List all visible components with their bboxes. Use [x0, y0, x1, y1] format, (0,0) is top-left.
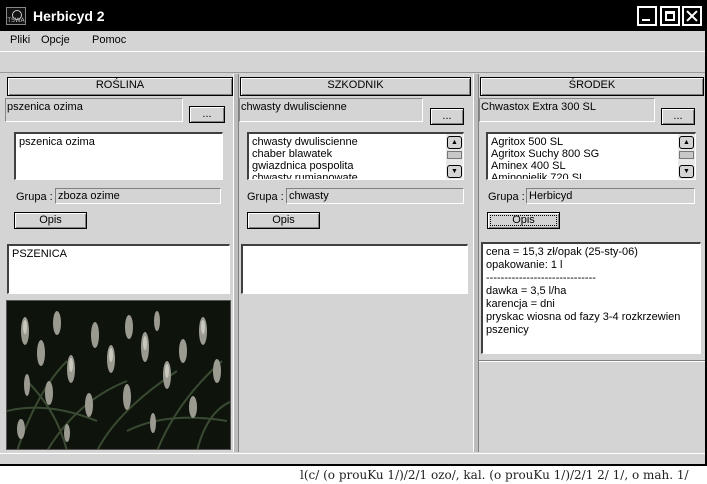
memo-line-karencja: karencja = dni	[486, 298, 555, 310]
scroll-down-icon[interactable]: ▼	[679, 165, 694, 178]
product-list-scrollbar[interactable]: ▲ ▼	[678, 134, 695, 179]
selected-pest-label: chwasty dwuliscienne	[239, 98, 423, 122]
toolbar-area	[0, 51, 705, 73]
plant-listbox[interactable]: pszenica ozima	[14, 132, 223, 180]
status-bar	[0, 453, 705, 464]
product-listbox[interactable]: Agritox 500 SL Agritox Suchy 800 SG Amin…	[486, 132, 696, 180]
app-logo-icon: TSWA	[6, 7, 26, 25]
browse-plant-button[interactable]: ...	[189, 106, 225, 123]
menu-pomoc[interactable]: Pomoc	[92, 34, 126, 46]
list-item[interactable]: chaber blawatek	[249, 148, 463, 160]
scroll-thumb[interactable]	[679, 151, 694, 159]
selected-plant-label: pszenica ozima	[5, 98, 183, 122]
opis-button[interactable]: Opis	[487, 212, 560, 229]
divider	[479, 360, 705, 362]
browse-pest-button[interactable]: ...	[430, 108, 464, 125]
menu-bar: Pliki Opcje Pomoc	[0, 31, 705, 51]
title-bar[interactable]: TSWA Herbicyd 2	[0, 0, 705, 31]
group-value: Herbicyd	[526, 188, 695, 204]
maximize-icon[interactable]	[660, 6, 680, 26]
list-item[interactable]: chwasty dwuliscienne	[249, 136, 463, 148]
memo-line-separator: ------------------------------	[486, 272, 596, 284]
group-label: Grupa :	[488, 191, 525, 203]
memo-line: PSZENICA	[12, 248, 68, 260]
group-label: Grupa :	[247, 191, 284, 203]
memo-line-usage: pryskac wiosna od fazy 3-4 rozkrzewien	[486, 311, 681, 323]
list-item[interactable]: pszenica ozima	[16, 136, 222, 148]
pest-list-scrollbar[interactable]: ▲ ▼	[446, 134, 463, 179]
list-item[interactable]: Aminex 400 SL	[488, 160, 695, 172]
wheat-photo-svg	[7, 301, 230, 449]
group-value: zboza ozime	[55, 188, 221, 204]
opis-button[interactable]: Opis	[14, 212, 87, 229]
list-item[interactable]: Agritox Suchy 800 SG	[488, 148, 695, 160]
app-logo-caption: TSWA	[7, 17, 25, 24]
scroll-thumb[interactable]	[447, 151, 462, 159]
scroll-up-icon[interactable]: ▲	[447, 136, 462, 149]
close-icon[interactable]	[682, 6, 702, 26]
menu-pliki[interactable]: Pliki	[10, 34, 30, 46]
panel-header-srodek: ŚRODEK	[480, 77, 704, 96]
memo-line-usage-cont: pszenicy	[486, 324, 529, 336]
memo-line-price: cena = 15,3 zł/opak (25-sty-06)	[486, 246, 638, 258]
plant-description-memo[interactable]: PSZENICA	[7, 244, 230, 294]
scroll-down-icon[interactable]: ▼	[447, 165, 462, 178]
pest-description-memo[interactable]	[241, 244, 468, 294]
list-item[interactable]: Aminopielik 720 SL	[488, 172, 695, 179]
panel-header-szkodnik: SZKODNIK	[240, 77, 471, 96]
panel-header-roslina: ROŚLINA	[7, 77, 233, 96]
minimize-icon[interactable]	[637, 6, 657, 26]
product-description-memo[interactable]: cena = 15,3 zł/opak (25-sty-06) opakowan…	[481, 242, 701, 354]
group-label: Grupa :	[16, 191, 53, 203]
app-window: TSWA Herbicyd 2 Pliki Opcje Pomoc ROŚLIN…	[0, 0, 707, 466]
wheat-field-photo	[6, 300, 231, 450]
window-title: Herbicyd 2	[33, 8, 105, 24]
group-value: chwasty	[286, 188, 464, 204]
list-item[interactable]: gwiazdnica pospolita	[249, 160, 463, 172]
selected-product-label: Chwastox Extra 300 SL	[479, 98, 655, 122]
scroll-up-icon[interactable]: ▲	[679, 136, 694, 149]
opis-button[interactable]: Opis	[247, 212, 320, 229]
pest-listbox[interactable]: chwasty dwuliscienne chaber blawatek gwi…	[247, 132, 464, 180]
list-item[interactable]: chwasty rumianowate	[249, 172, 463, 179]
panel-srodek: ŚRODEK Chwastox Extra 300 SL ... Agritox…	[479, 74, 705, 450]
list-item[interactable]: Agritox 500 SL	[488, 136, 695, 148]
memo-line-package: opakowanie: 1 l	[486, 259, 563, 271]
panel-roslina: ROŚLINA pszenica ozima ... pszenica ozim…	[0, 74, 233, 450]
memo-line-dose: dawka = 3,5 l/ha	[486, 285, 567, 297]
browse-product-button[interactable]: ...	[661, 108, 695, 125]
menu-opcje[interactable]: Opcje	[41, 34, 70, 46]
panel-szkodnik: SZKODNIK chwasty dwuliscienne ... chwast…	[239, 74, 472, 450]
